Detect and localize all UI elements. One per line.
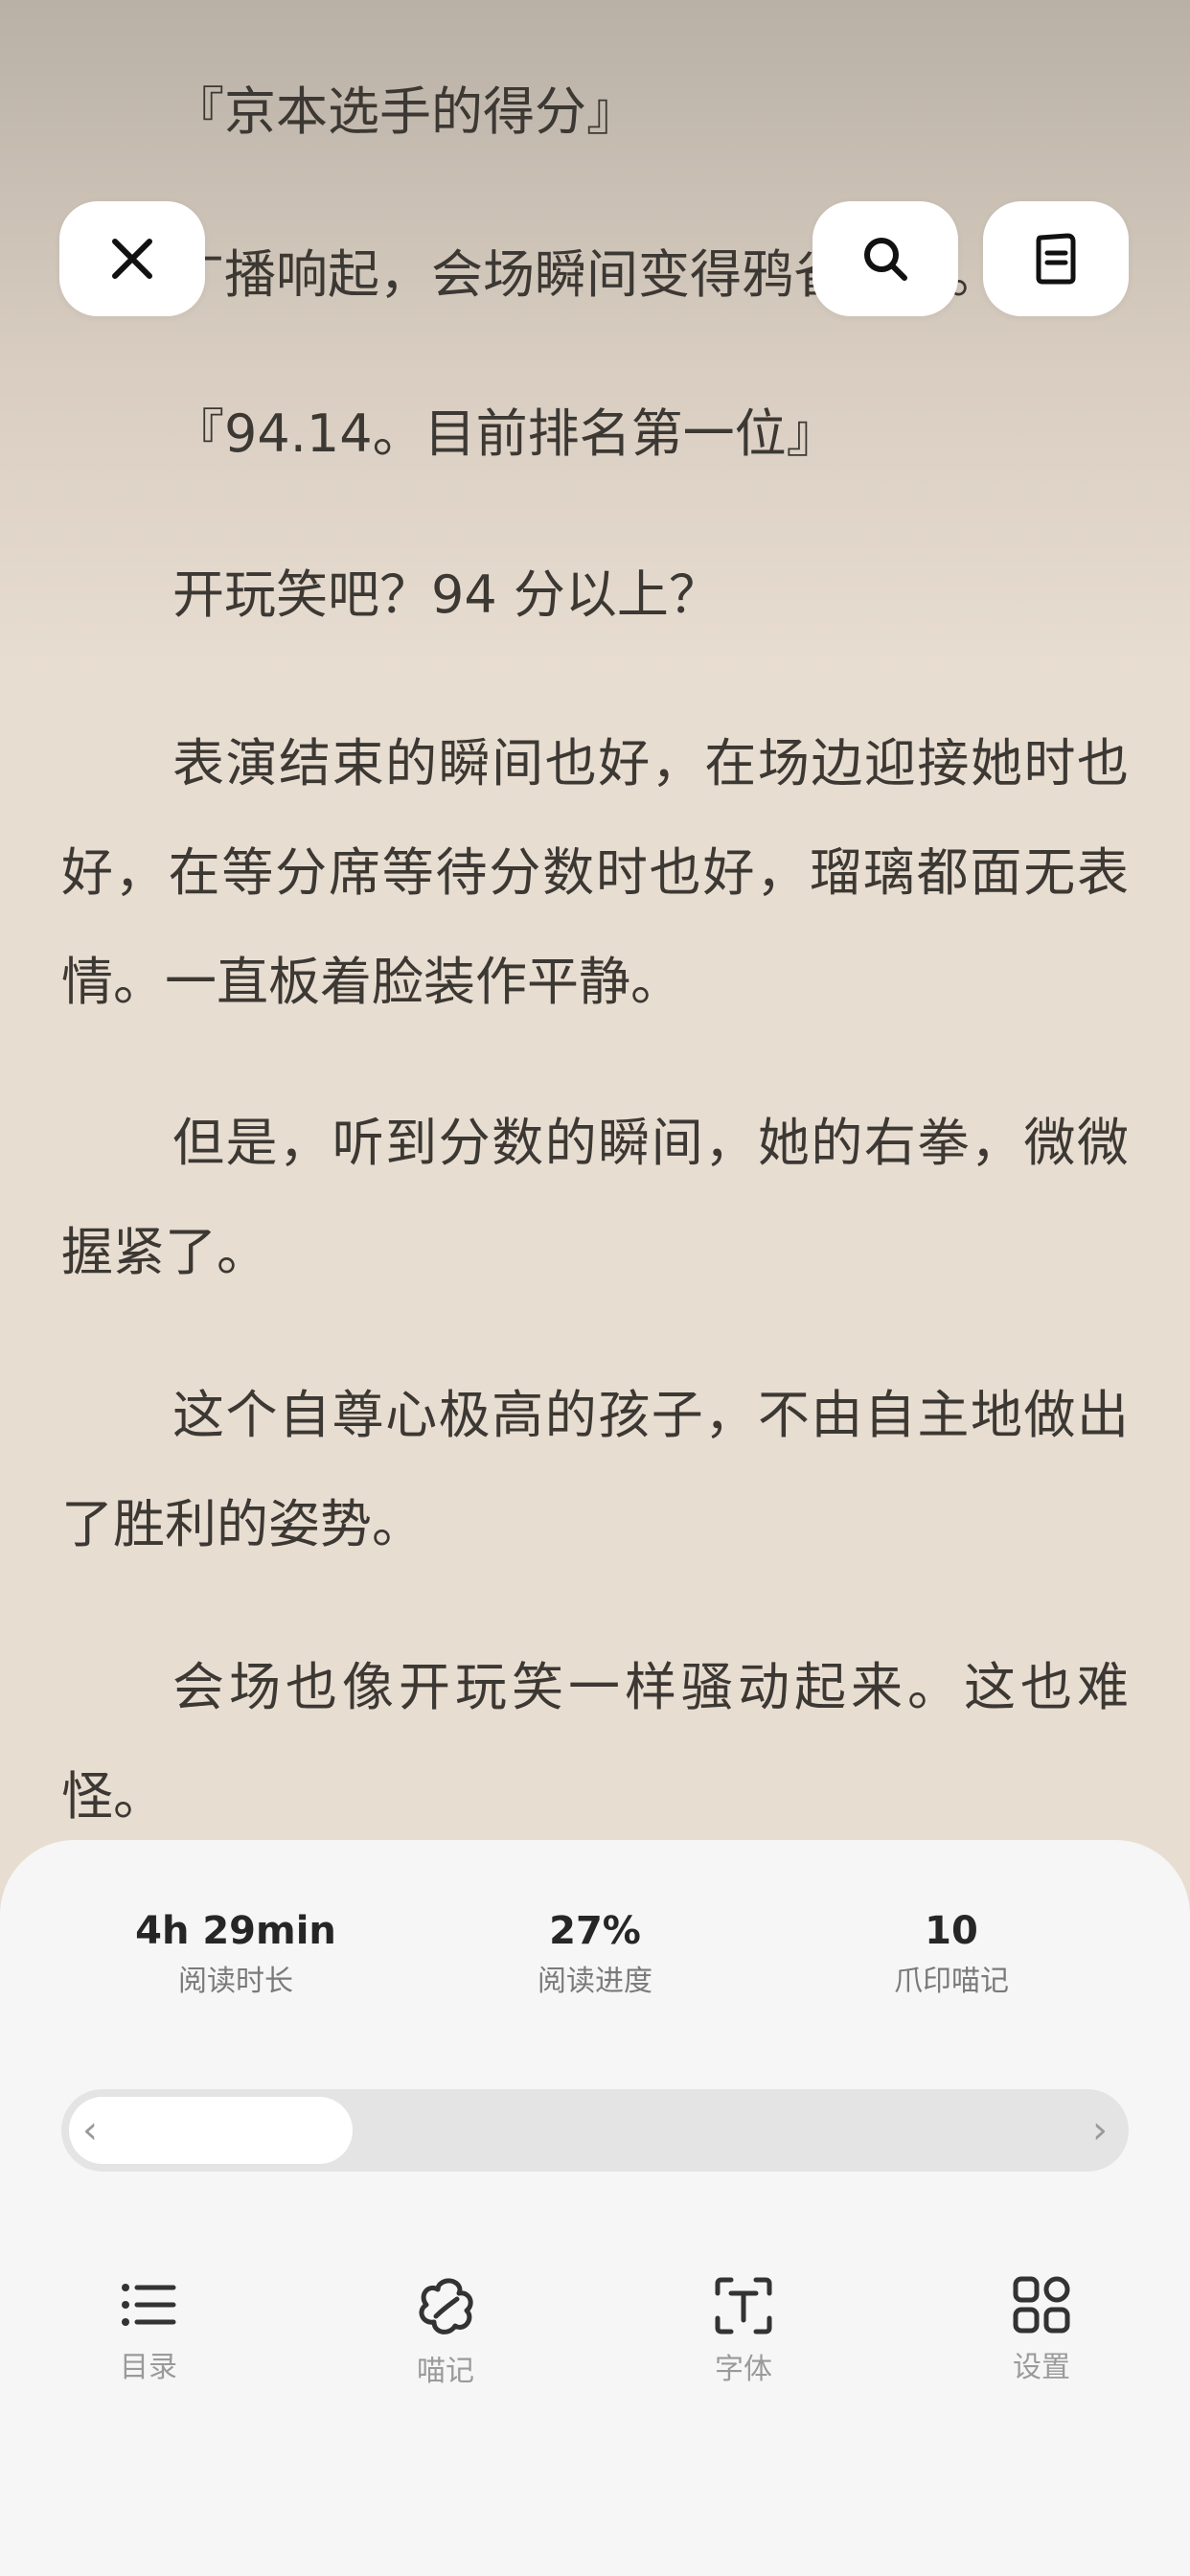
paragraph: 会场也像开玩笑一样骚动起来。这也难怪。: [61, 1657, 1129, 1827]
search-button[interactable]: [812, 201, 958, 316]
nav-item-label: 目录: [120, 2351, 177, 2384]
grid-icon: [1013, 2276, 1070, 2334]
progress-slider-thumb[interactable]: [69, 2097, 353, 2164]
notes-button[interactable]: [983, 201, 1129, 316]
progress-slider[interactable]: ‹ ›: [61, 2089, 1129, 2172]
paragraph: 广播响起，会场瞬间变得鸦雀无声。: [172, 244, 1000, 305]
reading-progress-label: 阅读进度: [538, 1965, 652, 1998]
nav-item-notes[interactable]: 喵记: [350, 2276, 541, 2391]
reading-time-stat: 4h 29min 阅读时长: [92, 1907, 379, 2001]
note-icon: [1036, 233, 1076, 285]
reading-time-label: 阅读时长: [178, 1965, 293, 1998]
paw-notes-stat: 10 爪印喵记: [808, 1907, 1095, 2001]
paragraph: 表演结束的瞬间也好，在场边迎接她时也好，在等分席等待分数时也好，瑠璃都面无表情。…: [61, 733, 1129, 1012]
paw-notes-label: 爪印喵记: [894, 1965, 1009, 1998]
reading-progress-stat: 27% 阅读进度: [451, 1907, 739, 2001]
close-button[interactable]: [59, 201, 205, 316]
nav-item-label: 字体: [715, 2353, 772, 2386]
nav-item-toc[interactable]: 目录: [53, 2276, 244, 2387]
nav-item-font[interactable]: 字体: [648, 2276, 839, 2389]
close-icon: [112, 239, 152, 279]
font-icon: [715, 2277, 772, 2334]
list-icon: [122, 2284, 176, 2326]
paragraph: 开玩笑吧？94 分以上？: [172, 564, 721, 625]
paw-notes-value: 10: [925, 1909, 978, 1953]
reading-progress-value: 27%: [549, 1909, 641, 1953]
paragraph: 『94.14。目前排名第一位』: [172, 403, 838, 464]
paragraph: 但是，听到分数的瞬间，她的右拳，微微握紧了。: [61, 1113, 1129, 1282]
paw-icon: [419, 2278, 473, 2334]
search-icon: [864, 238, 907, 281]
paragraph: 『京本选手的得分』: [172, 81, 638, 142]
paragraph: 这个自尊心极高的孩子，不由自主地做出了胜利的姿势。: [61, 1385, 1129, 1554]
bottom-panel: 4h 29min 阅读时长 27% 阅读进度 10 爪印喵记 ‹ › 目录 喵记…: [0, 1840, 1190, 2576]
chevron-right-icon[interactable]: ›: [1092, 2108, 1108, 2152]
nav-item-label: 设置: [1013, 2351, 1070, 2384]
reading-time-value: 4h 29min: [135, 1909, 336, 1953]
nav-item-label: 喵记: [417, 2355, 474, 2388]
nav-item-settings[interactable]: 设置: [946, 2276, 1137, 2387]
chevron-left-icon[interactable]: ‹: [82, 2108, 98, 2152]
